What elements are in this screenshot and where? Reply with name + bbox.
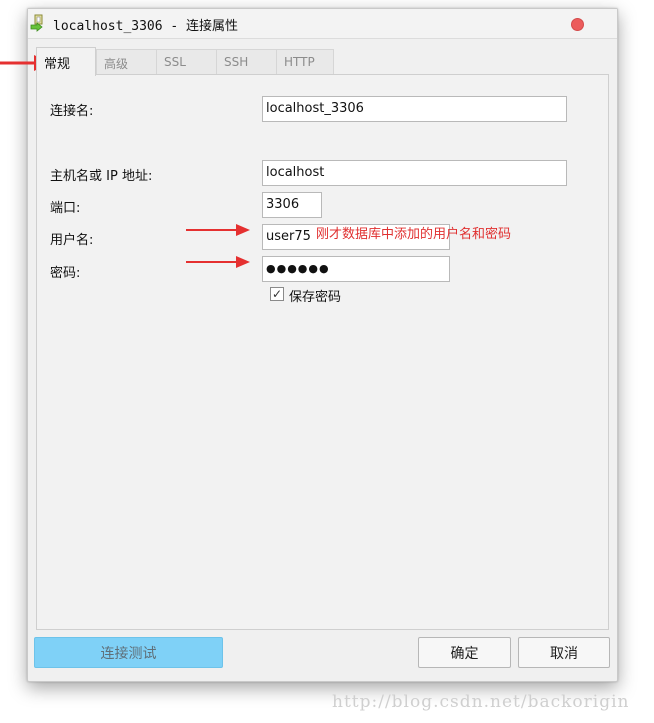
host-field[interactable]: localhost bbox=[262, 160, 567, 186]
cancel-button[interactable]: 取消 bbox=[518, 637, 610, 668]
annotation-text: 刚才数据库中添加的用户名和密码 bbox=[316, 227, 512, 242]
host-label: 主机名或 IP 地址: bbox=[50, 169, 153, 184]
save-password-checkbox[interactable]: ✓ bbox=[270, 287, 284, 301]
tab-ssh[interactable]: SSH bbox=[216, 49, 277, 74]
username-arrow-annotation bbox=[186, 224, 250, 236]
ok-button[interactable]: 确定 bbox=[418, 637, 511, 668]
close-button[interactable] bbox=[571, 18, 584, 31]
connection-icon bbox=[30, 14, 43, 32]
window-title: localhost_3306 - 连接属性 bbox=[53, 19, 239, 34]
tab-advanced[interactable]: 高级 bbox=[96, 49, 157, 74]
tab-general[interactable]: 常规 bbox=[36, 47, 96, 76]
test-connection-button[interactable]: 连接测试 bbox=[34, 637, 223, 668]
tab-ssl[interactable]: SSL bbox=[156, 49, 217, 74]
tab-http[interactable]: HTTP bbox=[276, 49, 334, 74]
save-password-label: 保存密码 bbox=[289, 290, 342, 305]
general-panel: 连接名: localhost_3306 主机名或 IP 地址: localhos… bbox=[36, 74, 609, 630]
watermark: http://blog.csdn.net/backorigin bbox=[332, 692, 630, 712]
title-bar: localhost_3306 - 连接属性 bbox=[28, 9, 617, 39]
port-field[interactable]: 3306 bbox=[262, 192, 322, 218]
connection-properties-dialog: localhost_3306 - 连接属性 常规 高级 SSL SSH HTTP… bbox=[27, 8, 618, 682]
connection-name-field[interactable]: localhost_3306 bbox=[262, 96, 567, 122]
port-label: 端口: bbox=[50, 201, 81, 216]
password-arrow-annotation bbox=[186, 256, 250, 268]
password-field[interactable]: ●●●●●● bbox=[262, 256, 450, 282]
connection-name-label: 连接名: bbox=[50, 104, 94, 119]
password-label: 密码: bbox=[50, 266, 81, 281]
username-label: 用户名: bbox=[50, 233, 94, 248]
